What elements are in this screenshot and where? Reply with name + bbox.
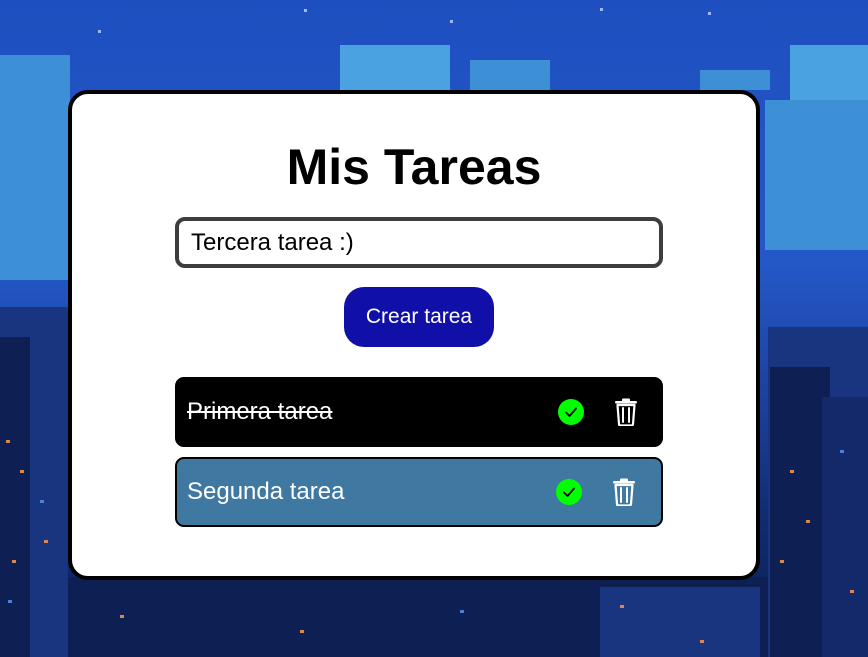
- create-task-button[interactable]: Crear tarea: [344, 287, 494, 347]
- task-label: Segunda tarea: [187, 478, 345, 505]
- window-light: [6, 440, 10, 443]
- check-circle-icon[interactable]: [556, 479, 582, 505]
- star: [304, 9, 307, 12]
- window-light: [8, 600, 12, 603]
- tasks-card: Mis Tareas Crear tarea Primera tarea Seg…: [68, 90, 760, 580]
- cloud: [470, 60, 550, 90]
- checkmark-icon: [565, 407, 577, 417]
- window-light: [300, 630, 304, 633]
- cloud: [790, 45, 868, 105]
- window-light: [12, 560, 16, 563]
- window-light: [806, 520, 810, 523]
- window-light: [120, 615, 124, 618]
- task-item: Segunda tarea: [175, 457, 663, 527]
- check-circle-icon[interactable]: [558, 399, 584, 425]
- cloud: [340, 45, 450, 90]
- window-light: [700, 640, 704, 643]
- window-light: [460, 610, 464, 613]
- window-light: [780, 560, 784, 563]
- window-light: [840, 450, 844, 453]
- window-light: [790, 470, 794, 473]
- window-light: [20, 470, 24, 473]
- cloud: [765, 100, 868, 250]
- task-label: Primera tarea: [187, 398, 333, 425]
- star: [600, 8, 603, 11]
- cloud: [0, 120, 68, 280]
- star: [98, 30, 101, 33]
- building: [770, 367, 830, 657]
- star: [450, 20, 453, 23]
- trash-icon[interactable]: [614, 398, 638, 426]
- window-light: [850, 590, 854, 593]
- building: [600, 587, 760, 657]
- trash-icon[interactable]: [612, 478, 636, 506]
- window-light: [44, 540, 48, 543]
- task-input[interactable]: [175, 217, 663, 268]
- cloud: [0, 55, 70, 125]
- building: [822, 397, 868, 657]
- window-light: [620, 605, 624, 608]
- task-item: Primera tarea: [175, 377, 663, 447]
- star: [708, 12, 711, 15]
- page-title: Mis Tareas: [286, 139, 542, 195]
- cloud: [700, 70, 770, 90]
- window-light: [40, 500, 44, 503]
- building: [0, 337, 30, 657]
- checkmark-icon: [563, 487, 575, 497]
